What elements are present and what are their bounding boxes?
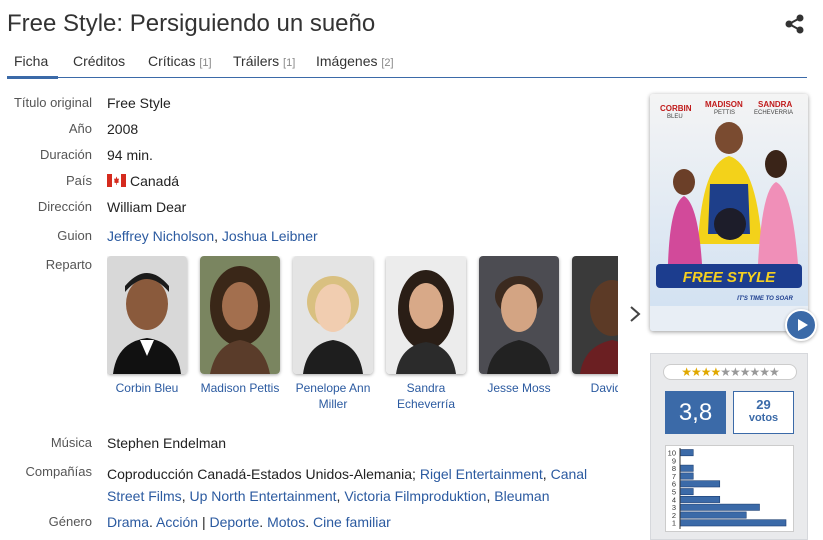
actor-name-link[interactable]: David R <box>569 380 618 396</box>
votes-label: votos <box>748 412 779 424</box>
screenplay-link[interactable]: Jeffrey Nicholson <box>107 228 214 244</box>
music-label: Música <box>50 435 92 450</box>
genre-value: Drama. Acción | Deporte. Motos. Cine fam… <box>107 514 391 530</box>
year-value: 2008 <box>107 121 139 137</box>
company-link[interactable]: Bleuman <box>494 488 549 504</box>
genre-link[interactable]: Drama <box>107 514 149 530</box>
average-rating: 3,8 <box>665 391 726 434</box>
histogram-bar <box>679 472 694 480</box>
page-title: Free Style: Persiguiendo un sueño <box>7 10 376 37</box>
histogram-bar <box>679 480 721 488</box>
country-value: Canadá <box>107 173 179 189</box>
share-icon[interactable] <box>784 14 806 34</box>
poster-actor-name: MADISON <box>705 100 743 109</box>
actor-photo[interactable] <box>200 256 280 374</box>
tab-imagenes[interactable]: Imágenes [2] <box>316 53 394 69</box>
actor-name-link[interactable]: Sandra Echeverría <box>383 380 469 412</box>
histogram-bar <box>679 495 721 503</box>
canada-flag-icon <box>107 174 126 187</box>
company-link[interactable]: Up North Entertainment <box>189 488 336 504</box>
histogram-bar <box>679 519 787 527</box>
play-trailer-button[interactable] <box>785 309 817 341</box>
histogram-score-label: 1 <box>672 519 676 528</box>
genre-link[interactable]: Cine familiar <box>313 514 391 530</box>
original-title-label: Título original <box>13 95 92 110</box>
actor-name-link[interactable]: Penelope Ann Miller <box>290 380 376 412</box>
actor-name-link[interactable]: Jesse Moss <box>476 380 562 396</box>
tab-criticas[interactable]: Críticas [1] <box>148 53 212 69</box>
screenplay-label: Guion <box>57 228 92 243</box>
genre-label: Género <box>48 514 92 529</box>
companies-value: Coproducción Canadá-Estados Unidos-Alema… <box>107 466 588 504</box>
histogram-bar <box>679 488 694 496</box>
poster-actor-surname: ECHEVERRIA <box>754 110 793 116</box>
poster-actor-surname: BLEU <box>667 114 683 120</box>
rating-panel: ★★★★★★★★★★ 3,8 29 votos 10 9 8 7 6 5 4 3 2 1 <box>650 353 808 540</box>
cast-label: Reparto <box>45 257 92 272</box>
tab-creditos[interactable]: Créditos <box>73 53 125 69</box>
duration-label: Duración <box>39 147 92 162</box>
actor-name-link[interactable]: Corbin Bleu <box>107 380 190 396</box>
star-empty-icon: ★★★★★★ <box>720 365 780 379</box>
rating-stars: ★★★★★★★★★★ <box>663 364 797 380</box>
poster-actor-name: SANDRA <box>758 100 792 109</box>
tab-ficha[interactable]: Ficha <box>14 53 48 69</box>
actor-photo[interactable] <box>572 256 618 374</box>
country-label: País <box>65 173 92 188</box>
play-icon <box>798 319 808 331</box>
actor-photo[interactable] <box>293 256 373 374</box>
country-name: Canadá <box>130 173 180 189</box>
cast-member[interactable]: Penelope Ann Miller <box>290 256 376 412</box>
actor-photo[interactable] <box>386 256 466 374</box>
actor-photo[interactable] <box>107 256 187 374</box>
director-link[interactable]: William Dear <box>107 199 186 215</box>
cast-member[interactable]: Madison Pettis <box>197 256 283 396</box>
year-label: Año <box>68 121 92 136</box>
cast-member[interactable]: Corbin Bleu <box>107 256 190 396</box>
cast-member[interactable]: David R <box>569 256 618 396</box>
histogram-bar <box>679 503 760 511</box>
screenplay-value: Jeffrey Nicholson, Joshua Leibner <box>107 228 318 244</box>
music-link[interactable]: Stephen Endelman <box>107 435 226 451</box>
cast-member[interactable]: Sandra Echeverría <box>383 256 469 412</box>
genre-link[interactable]: Motos <box>267 514 305 530</box>
poster-tagline: IT'S TIME TO SOAR <box>737 296 793 302</box>
votes-count[interactable]: 29 votos <box>733 391 794 434</box>
histogram-bar <box>679 449 694 457</box>
histogram-bar <box>679 464 694 472</box>
poster-actor-surname: PETTIS <box>714 110 735 116</box>
director-label: Dirección <box>37 199 92 214</box>
active-tab-indicator <box>7 76 58 79</box>
actor-photo[interactable] <box>479 256 559 374</box>
histogram-bar <box>679 511 747 519</box>
duration-value: 94 min. <box>107 147 153 163</box>
cast-member[interactable]: Jesse Moss <box>476 256 562 396</box>
company-link[interactable]: Victoria Filmproduktion <box>344 488 486 504</box>
original-title-value: Free Style <box>107 95 171 111</box>
poster-logo: FREE STYLE <box>683 269 777 286</box>
poster-actor-name: CORBIN <box>660 104 692 113</box>
genre-link[interactable]: Acción <box>156 514 198 530</box>
actor-name-link[interactable]: Madison Pettis <box>197 380 283 396</box>
tab-trailers[interactable]: Tráilers [1] <box>233 53 295 69</box>
coproduction-text: Coproducción Canadá-Estados Unidos-Alema… <box>107 466 416 482</box>
screenplay-link[interactable]: Joshua Leibner <box>222 228 318 244</box>
rating-histogram[interactable]: 10 9 8 7 6 5 4 3 2 1 <box>665 445 794 532</box>
companies-label: Compañías <box>25 464 92 479</box>
votes-number: 29 <box>756 397 771 412</box>
movie-poster[interactable]: CORBIN MADISON SANDRA BLEU PETTIS ECHEVE… <box>650 94 808 331</box>
tab-bar: Ficha Créditos Críticas [1] Tráilers [1]… <box>7 50 807 79</box>
chevron-right-icon[interactable] <box>628 304 642 324</box>
company-link[interactable]: Rigel Entertainment <box>420 466 543 482</box>
star-filled-icon: ★★★★ <box>681 365 721 379</box>
genre-link[interactable]: Deporte <box>209 514 259 530</box>
cast-carousel: Corbin Bleu Madison Pettis Penelope Ann … <box>107 256 618 416</box>
